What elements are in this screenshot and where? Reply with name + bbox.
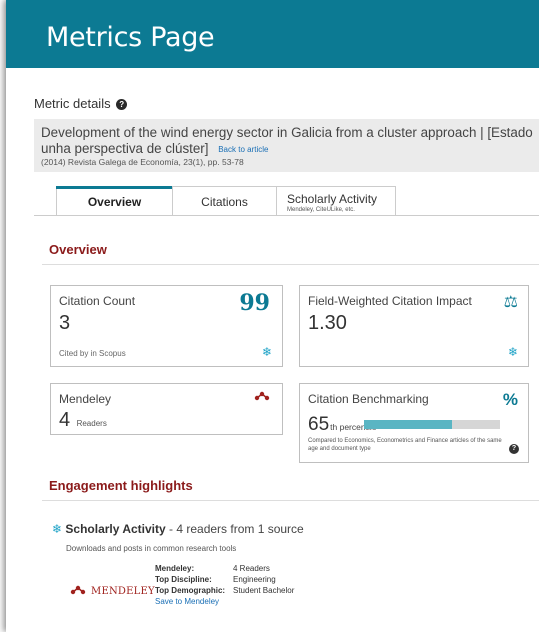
article-info-box: Development of the wind energy sector in…: [34, 119, 539, 172]
scholarly-activity-count: - 4 readers from 1 source: [165, 522, 304, 536]
percent-icon: %: [502, 390, 518, 409]
citation-benchmarking-card: Citation Benchmarking % 65 th percentile…: [299, 383, 529, 463]
citation-count-card: Citation Count 99 3 Cited by in Scopus ❄: [50, 285, 283, 367]
mendeley-readers-value: 4: [59, 409, 71, 431]
article-title-line1: Development of the wind energy sector in…: [41, 125, 533, 140]
page-title: Metrics Page: [46, 22, 215, 53]
detail-key: Top Demographic:: [155, 586, 226, 595]
article-source: (2014) Revista Galega de Economía, 23(1)…: [41, 157, 244, 167]
scopus-snowflake-icon: ❄: [507, 345, 518, 359]
detail-value: Engineering: [233, 575, 276, 584]
fwci-label: Field-Weighted Citation Impact: [308, 294, 472, 308]
mendeley-card: Mendeley 4 Readers: [50, 383, 283, 435]
citation-count-label: Citation Count: [59, 294, 136, 308]
fwci-card: Field-Weighted Citation Impact ⚖ 1.30 ❄: [299, 285, 529, 367]
benchmarking-value: 65: [308, 414, 330, 435]
help-icon[interactable]: ?: [116, 99, 128, 110]
scale-icon: ⚖: [503, 294, 518, 311]
back-to-article-link[interactable]: Back to article: [218, 145, 268, 154]
detail-key: Top Discipline:: [155, 575, 212, 584]
mendeley-readers-unit: Readers: [76, 419, 107, 428]
mendeley-label: Mendeley: [59, 392, 112, 406]
engagement-heading: Engagement highlights: [49, 478, 193, 493]
metric-tabs: Overview Citations Scholarly Activity Me…: [56, 186, 396, 216]
quote-icon: 99: [239, 290, 270, 316]
detail-row: Mendeley: 4 Readers: [155, 563, 294, 574]
tab-scholarly-activity-sub: Mendeley, CiteULike, etc.: [287, 207, 355, 213]
snowflake-icon: ❄: [52, 522, 63, 536]
percentile-bar-fill: [364, 420, 453, 429]
detail-row: Top Demographic: Student Bachelor: [155, 585, 294, 596]
mendeley-icon: [70, 585, 86, 595]
tab-scholarly-activity[interactable]: Scholarly Activity Mendeley, CiteULike, …: [276, 186, 396, 216]
mendeley-logo-text: MENDELEY: [91, 585, 155, 597]
detail-value: 4 Readers: [233, 564, 270, 573]
detail-row: Top Discipline: Engineering: [155, 574, 294, 585]
overview-heading: Overview: [49, 242, 107, 257]
engagement-divider: [42, 500, 539, 501]
detail-value: Student Bachelor: [233, 586, 295, 595]
mendeley-details: Mendeley: 4 Readers Top Discipline: Engi…: [155, 563, 294, 607]
overview-divider: [42, 264, 539, 265]
metric-details-label: Metric details: [34, 96, 111, 111]
page-header: Metrics Page: [6, 0, 539, 68]
citation-count-value: 3: [59, 312, 71, 334]
tab-divider: [34, 215, 539, 216]
benchmarking-note: Compared to Economics, Econometrics and …: [308, 438, 502, 452]
tab-scholarly-activity-label: Scholarly Activity: [287, 192, 378, 206]
mendeley-icon: [254, 391, 270, 401]
metric-details-title: Metric details ?: [34, 96, 128, 111]
scholarly-activity-label: Scholarly Activity: [65, 522, 166, 536]
tab-citations[interactable]: Citations: [172, 186, 276, 216]
help-icon[interactable]: ?: [509, 444, 519, 454]
scholarly-activity-sub: Downloads and posts in common research t…: [66, 544, 237, 553]
detail-key: Mendeley:: [155, 564, 195, 573]
scopus-snowflake-icon: ❄: [261, 345, 272, 359]
citation-benchmarking-label: Citation Benchmarking: [308, 392, 429, 406]
scholarly-activity-summary: ❄ Scholarly Activity - 4 readers from 1 …: [52, 522, 304, 536]
citation-count-note: Cited by in Scopus: [59, 349, 126, 358]
save-to-mendeley-link[interactable]: Save to Mendeley: [155, 596, 294, 607]
metrics-page: Metrics Page Metric details ? Developmen…: [6, 0, 539, 632]
mendeley-logo: MENDELEY: [68, 585, 155, 597]
fwci-value: 1.30: [308, 312, 347, 334]
tab-overview-label: Overview: [87, 195, 142, 209]
tab-overview[interactable]: Overview: [56, 186, 172, 216]
percentile-bar: [364, 420, 500, 429]
tab-citations-label: Citations: [201, 195, 248, 209]
article-title-line2: unha perspectiva de clúster]: [41, 141, 209, 156]
